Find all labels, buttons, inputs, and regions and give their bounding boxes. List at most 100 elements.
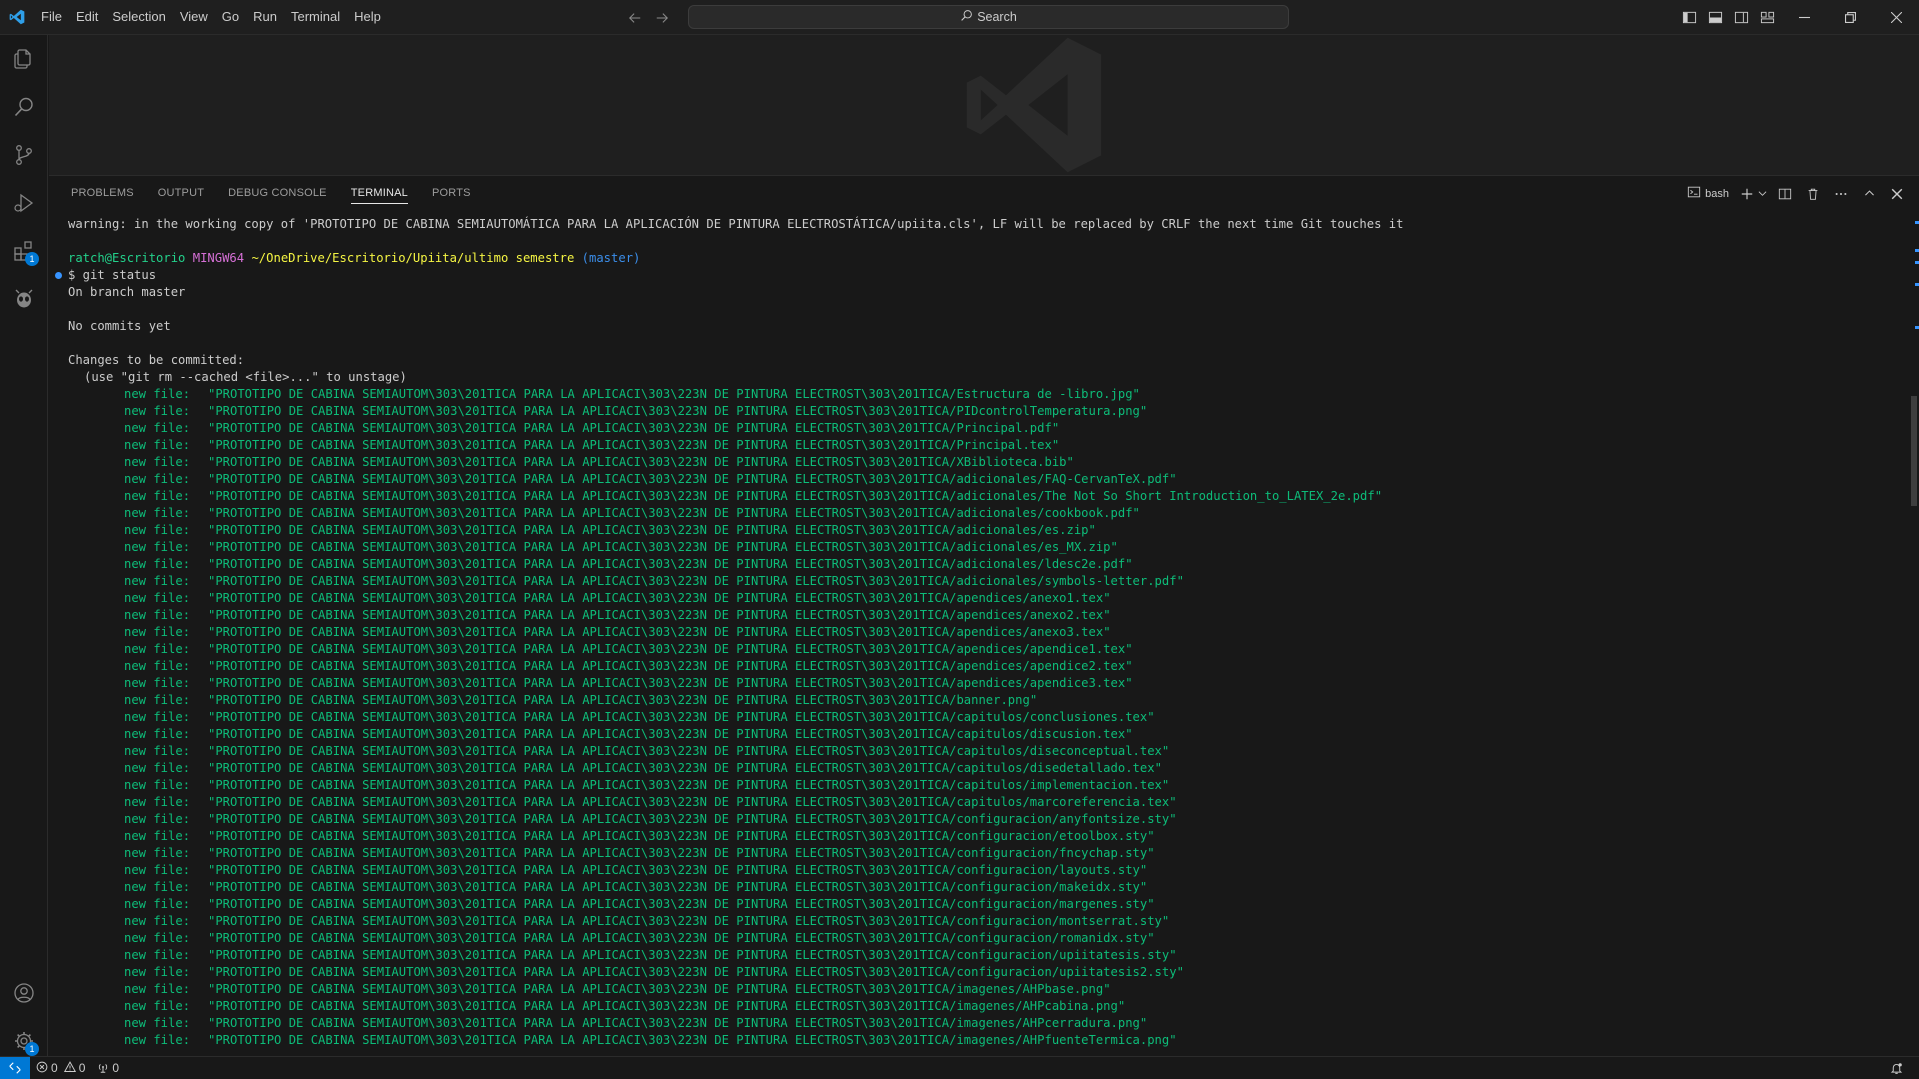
more-actions-icon[interactable]: [1831, 184, 1851, 204]
restore-icon[interactable]: [1827, 0, 1873, 35]
search-box[interactable]: Search: [688, 5, 1289, 29]
tab-output[interactable]: OUTPUT: [146, 176, 216, 211]
terminal-output[interactable]: warning: in the working copy of 'PROTOTI…: [49, 216, 1909, 1054]
menu-selection[interactable]: Selection: [105, 5, 172, 29]
output-on-branch: On branch master: [68, 285, 186, 299]
menu-view[interactable]: View: [173, 5, 215, 29]
remote-indicator-icon[interactable]: [0, 1056, 30, 1079]
file-path-prefix: "PROTOTIPO DE CABINA SEMIAUTOM\303\201TI…: [208, 472, 957, 486]
alien-extension-icon[interactable]: [0, 275, 48, 323]
accounts-icon[interactable]: [0, 969, 48, 1017]
vscode-watermark-icon: [964, 35, 1104, 175]
search-label: Search: [977, 10, 1017, 24]
new-file-line: new file: "PROTOTIPO DE CABINA SEMIAUTOM\…: [49, 845, 1909, 862]
kill-terminal-trash-icon[interactable]: [1803, 184, 1823, 204]
command-decoration-icon[interactable]: [55, 272, 62, 279]
closing-quote: ": [1103, 591, 1111, 605]
file-path-prefix: "PROTOTIPO DE CABINA SEMIAUTOM\303\201TI…: [208, 387, 957, 401]
closing-quote: ": [1125, 676, 1133, 690]
file-name: adicionales/FAQ-CervanTeX.pdf: [956, 472, 1170, 486]
close-window-icon[interactable]: [1873, 0, 1919, 35]
file-path-prefix: "PROTOTIPO DE CABINA SEMIAUTOM\303\201TI…: [208, 744, 957, 758]
search-icon: [960, 9, 973, 25]
minimize-icon[interactable]: [1781, 0, 1827, 35]
problems-status[interactable]: 0 0: [30, 1057, 91, 1079]
closing-quote: ": [1051, 421, 1060, 435]
scroll-overview-mark: [1915, 326, 1919, 329]
extensions-icon[interactable]: 1: [0, 227, 48, 275]
split-terminal-icon[interactable]: [1775, 184, 1795, 204]
menu-help[interactable]: Help: [347, 5, 388, 29]
run-and-debug-icon[interactable]: [0, 179, 48, 227]
new-file-label: new file:: [124, 455, 191, 469]
menu-edit[interactable]: Edit: [69, 5, 105, 29]
new-terminal-icon[interactable]: [1737, 184, 1757, 204]
closing-quote: ": [1125, 727, 1133, 741]
toggle-secondary-sidebar-icon[interactable]: [1732, 9, 1750, 27]
file-name: capitulos/discusion.tex: [956, 727, 1126, 741]
new-file-line: new file: "PROTOTIPO DE CABINA SEMIAUTOM\…: [49, 675, 1909, 692]
file-name: apendices/anexo2.tex: [956, 608, 1104, 622]
new-file-label: new file:: [124, 965, 191, 979]
closing-quote: ": [1139, 1016, 1148, 1030]
scroll-overview-mark: [1915, 221, 1919, 224]
closing-quote: ": [1125, 557, 1133, 571]
tab-problems[interactable]: PROBLEMS: [59, 176, 146, 211]
file-path-prefix: "PROTOTIPO DE CABINA SEMIAUTOM\303\201TI…: [208, 455, 957, 469]
customize-layout-icon[interactable]: [1758, 9, 1776, 27]
new-file-line: new file: "PROTOTIPO DE CABINA SEMIAUTOM\…: [49, 811, 1909, 828]
file-path-prefix: "PROTOTIPO DE CABINA SEMIAUTOM\303\201TI…: [208, 863, 957, 877]
toggle-panel-icon[interactable]: [1706, 9, 1724, 27]
maximize-panel-icon[interactable]: [1859, 184, 1879, 204]
tab-debug-console[interactable]: DEBUG CONSOLE: [216, 176, 339, 211]
vscode-window: File Edit Selection View Go Run Terminal Help S…: [0, 0, 1919, 1079]
search-view-icon[interactable]: [0, 83, 48, 131]
terminal-scrollbar[interactable]: [1909, 221, 1919, 1051]
manage-badge: 1: [25, 1042, 39, 1056]
ports-status[interactable]: 0: [91, 1057, 125, 1079]
new-file-line: new file: "PROTOTIPO DE CABINA SEMIAUTOM\…: [49, 624, 1909, 641]
file-path-prefix: "PROTOTIPO DE CABINA SEMIAUTOM\303\201TI…: [208, 659, 957, 673]
go-back-icon[interactable]: [626, 9, 643, 26]
closing-quote: ": [1147, 846, 1155, 860]
new-file-label: new file:: [124, 727, 191, 741]
file-name: apendices/apendice3.tex: [956, 676, 1126, 690]
new-file-line: new file: "PROTOTIPO DE CABINA SEMIAUTOM\…: [49, 641, 1909, 658]
closing-quote: ": [1169, 795, 1177, 809]
terminal-profile[interactable]: bash: [1687, 185, 1729, 202]
notifications-bell-icon[interactable]: [1884, 1057, 1909, 1079]
closing-quote: ": [1169, 1033, 1177, 1047]
menu-terminal[interactable]: Terminal: [284, 5, 347, 29]
new-file-line: new file: "PROTOTIPO DE CABINA SEMIAUTOM\…: [49, 794, 1909, 811]
new-file-line: new file: "PROTOTIPO DE CABINA SEMIAUTOM\…: [49, 505, 1909, 522]
new-file-line: new file: "PROTOTIPO DE CABINA SEMIAUTOM\…: [49, 471, 1909, 488]
closing-quote: ": [1161, 914, 1170, 928]
chevron-down-icon[interactable]: [1757, 184, 1767, 204]
title-bar: File Edit Selection View Go Run Terminal Help S…: [0, 0, 1919, 35]
new-file-label: new file:: [124, 506, 191, 520]
new-file-line: new file: "PROTOTIPO DE CABINA SEMIAUTOM\…: [49, 709, 1909, 726]
file-path-prefix: "PROTOTIPO DE CABINA SEMIAUTOM\303\201TI…: [208, 880, 957, 894]
explorer-icon[interactable]: [0, 35, 48, 83]
new-file-line: new file: "PROTOTIPO DE CABINA SEMIAUTOM\…: [49, 522, 1909, 539]
new-file-label: new file:: [124, 761, 191, 775]
warning-icon: [63, 1060, 76, 1076]
tab-ports[interactable]: PORTS: [420, 176, 483, 211]
close-panel-icon[interactable]: [1887, 184, 1907, 204]
tab-terminal[interactable]: TERMINAL: [339, 176, 420, 211]
file-name: apendices/anexo3.tex: [956, 625, 1104, 639]
new-file-label: new file:: [124, 778, 191, 792]
file-path-prefix: "PROTOTIPO DE CABINA SEMIAUTOM\303\201TI…: [208, 761, 957, 775]
go-forward-icon[interactable]: [653, 9, 670, 26]
file-path-prefix: "PROTOTIPO DE CABINA SEMIAUTOM\303\201TI…: [208, 829, 957, 843]
scroll-thumb[interactable]: [1911, 396, 1917, 506]
bottom-panel: PROBLEMS OUTPUT DEBUG CONSOLE TERMINAL PORTS…: [49, 175, 1919, 1056]
menu-file[interactable]: File: [34, 5, 69, 29]
new-file-label: new file:: [124, 1033, 191, 1047]
source-control-icon[interactable]: [0, 131, 48, 179]
toggle-primary-sidebar-icon[interactable]: [1680, 9, 1698, 27]
navigation-controls: [626, 0, 670, 35]
new-file-line: new file: "PROTOTIPO DE CABINA SEMIAUTOM\…: [49, 760, 1909, 777]
menu-run[interactable]: Run: [246, 5, 284, 29]
menu-go[interactable]: Go: [215, 5, 246, 29]
